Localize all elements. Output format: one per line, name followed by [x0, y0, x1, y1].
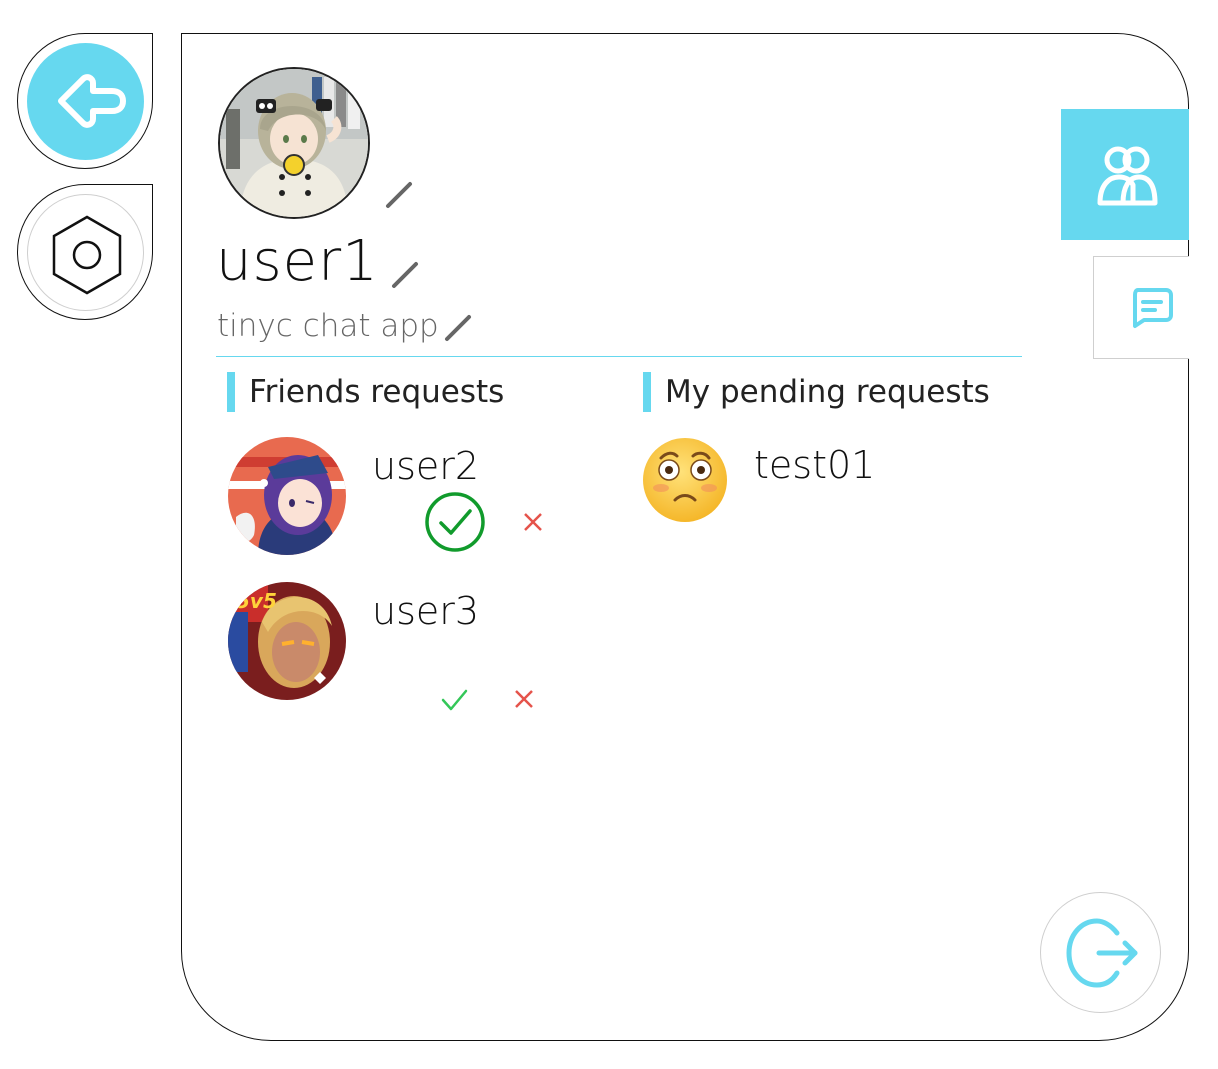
flushed-face-avatar [643, 438, 727, 522]
edit-avatar-pencil-icon[interactable] [384, 180, 414, 210]
avatar-image [228, 437, 346, 555]
divider [216, 356, 1022, 357]
avatar-image: 5v5 [228, 582, 346, 700]
users-icon [1097, 146, 1158, 206]
back-circle[interactable] [27, 43, 144, 160]
svg-text:5v5: 5v5 [236, 589, 277, 613]
profile-avatar[interactable] [218, 67, 370, 219]
accept-check-icon[interactable] [424, 491, 486, 553]
back-button[interactable] [17, 33, 153, 169]
message-icon [1133, 288, 1173, 328]
friends-requests-title: Friends requests [227, 372, 504, 412]
avatar [228, 437, 346, 555]
pending-requests-title: My pending requests [643, 372, 990, 412]
tab-chats[interactable] [1093, 256, 1189, 359]
friend-request-name: user2 [372, 444, 480, 488]
arrow-left-icon [58, 74, 126, 128]
reject-close-icon[interactable] [521, 510, 545, 534]
username: user1 [216, 229, 379, 294]
logout-button[interactable] [1040, 892, 1161, 1013]
profile-avatar-image [220, 69, 368, 217]
settings-button[interactable] [17, 184, 153, 320]
friend-request-row: 5v5 user3 [228, 582, 558, 711]
pending-request-row: test01 [641, 436, 901, 526]
reject-close-icon[interactable] [512, 687, 536, 711]
edit-username-pencil-icon[interactable] [390, 260, 420, 290]
profile-card: user1 tinyc chat app Friends requests My… [181, 33, 1189, 1041]
avatar: 5v5 [228, 582, 346, 700]
pending-request-name: test01 [754, 443, 876, 487]
hexagon-nut-icon [52, 215, 122, 295]
status-text: tinyc chat app [217, 308, 439, 344]
friend-request-row: user2 [228, 437, 558, 557]
tab-friends[interactable] [1061, 109, 1189, 240]
logout-icon [1066, 918, 1138, 988]
friend-request-name: user3 [372, 589, 480, 633]
accept-check-icon[interactable] [439, 685, 469, 715]
edit-status-pencil-icon[interactable] [443, 313, 473, 343]
settings-circle[interactable] [27, 194, 144, 311]
